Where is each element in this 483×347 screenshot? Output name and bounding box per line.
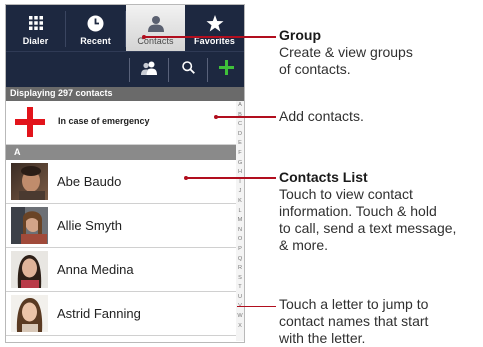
contact-name: Allie Smyth (57, 218, 123, 233)
clock-icon (87, 13, 104, 33)
group-annotation-title: Group (279, 27, 321, 43)
contacts-list-annotation-text: information. Touch & hold (279, 203, 437, 219)
group-callout-line (144, 36, 276, 38)
add-contact-icon (218, 60, 234, 80)
contact-avatar (11, 251, 48, 288)
index-letter[interactable]: Q (238, 255, 242, 265)
contacts-list-callout-line (186, 177, 276, 179)
tab-bar: Dialer Recent Contacts Favorites (6, 5, 244, 51)
group-icon (141, 61, 157, 80)
emergency-row[interactable]: In case of emergency (6, 101, 236, 145)
group-annotation-text: Create & view groups (279, 44, 413, 60)
contacts-list-annotation: Contacts List Touch to view contact info… (279, 169, 456, 254)
section-header: A (6, 145, 236, 160)
letter-callout-line (237, 306, 276, 307)
contact-name: Anna Medina (57, 262, 134, 277)
index-letter[interactable]: E (238, 139, 242, 149)
index-letter[interactable]: C (238, 120, 242, 130)
index-letter[interactable]: D (238, 130, 242, 140)
index-letter[interactable]: U (238, 293, 242, 303)
tab-contacts[interactable]: Contacts (126, 5, 185, 51)
contact-row[interactable]: Abe Baudo (6, 160, 236, 204)
add-contact-button[interactable] (207, 52, 244, 88)
group-callout-dot (142, 35, 146, 39)
section-letter: A (14, 147, 21, 157)
tab-favorites[interactable]: Favorites (185, 5, 244, 51)
contact-row[interactable]: Anna Medina (6, 248, 236, 292)
phone-screen: Dialer Recent Contacts Favorites Display… (5, 4, 245, 343)
grid-icon (28, 13, 43, 33)
contacts-list-annotation-title: Contacts List (279, 169, 368, 185)
contacts-list-callout-dot (184, 176, 188, 180)
tab-dialer[interactable]: Dialer (6, 5, 65, 51)
contact-row[interactable]: Astrid Fanning (6, 292, 236, 336)
emergency-plus-icon (15, 107, 45, 137)
index-letter[interactable]: T (238, 283, 241, 293)
tab-label: Dialer (22, 36, 49, 46)
index-letter[interactable]: L (238, 207, 241, 217)
add-annotation: Add contacts. (279, 108, 364, 125)
contact-avatar (11, 163, 48, 200)
add-callout-dot (214, 115, 218, 119)
person-icon (147, 13, 164, 33)
index-letter[interactable]: W (237, 312, 242, 322)
search-button[interactable] (169, 52, 207, 88)
contact-row[interactable]: Allie Smyth (6, 204, 236, 248)
index-letter[interactable]: I (239, 178, 241, 188)
contacts-list-annotation-text: to call, send a text message, (279, 220, 457, 236)
index-letter[interactable]: A (238, 101, 242, 111)
group-annotation: Group Create & view groups of contacts. (279, 27, 413, 78)
contact-name: Astrid Fanning (57, 306, 141, 321)
index-letter[interactable]: V (238, 302, 242, 312)
contacts-toolbar (6, 51, 244, 88)
group-annotation-text: of contacts. (279, 61, 351, 77)
contacts-list-annotation-text: & more. (279, 237, 329, 253)
index-letter[interactable]: S (238, 274, 242, 284)
add-callout-line (216, 116, 276, 118)
add-annotation-text: Add contacts. (279, 108, 364, 124)
tab-recent[interactable]: Recent (66, 5, 125, 51)
index-letter[interactable]: M (238, 216, 243, 226)
index-letter[interactable]: N (238, 226, 242, 236)
contacts-list-annotation-text: Touch to view contact (279, 186, 413, 202)
alphabet-index[interactable]: ABCDEFGHIJKLMNOPQRSTUVWX (236, 101, 244, 341)
contact-count-text: Displaying 297 contacts (10, 88, 113, 98)
index-letter[interactable]: F (238, 149, 241, 159)
contact-avatar (11, 207, 48, 244)
index-letter[interactable]: P (238, 245, 242, 255)
contact-avatar (11, 295, 48, 332)
index-letter[interactable]: R (238, 264, 242, 274)
group-button[interactable] (130, 52, 168, 88)
letter-annotation-text: with the letter. (279, 330, 366, 346)
index-letter[interactable]: G (238, 159, 242, 169)
letter-annotation: Touch a letter to jump to contact names … (279, 296, 428, 347)
tab-label: Recent (80, 36, 111, 46)
letter-annotation-text: contact names that start (279, 313, 429, 329)
letter-annotation-text: Touch a letter to jump to (279, 296, 429, 312)
index-letter[interactable]: X (238, 322, 242, 332)
contact-count-bar: Displaying 297 contacts (6, 87, 244, 101)
index-letter[interactable]: K (238, 197, 242, 207)
emergency-label: In case of emergency (58, 116, 150, 126)
search-icon (181, 61, 195, 79)
index-letter[interactable]: O (238, 235, 242, 245)
index-letter[interactable]: J (239, 187, 242, 197)
contact-name: Abe Baudo (57, 174, 122, 189)
star-icon (206, 13, 224, 33)
